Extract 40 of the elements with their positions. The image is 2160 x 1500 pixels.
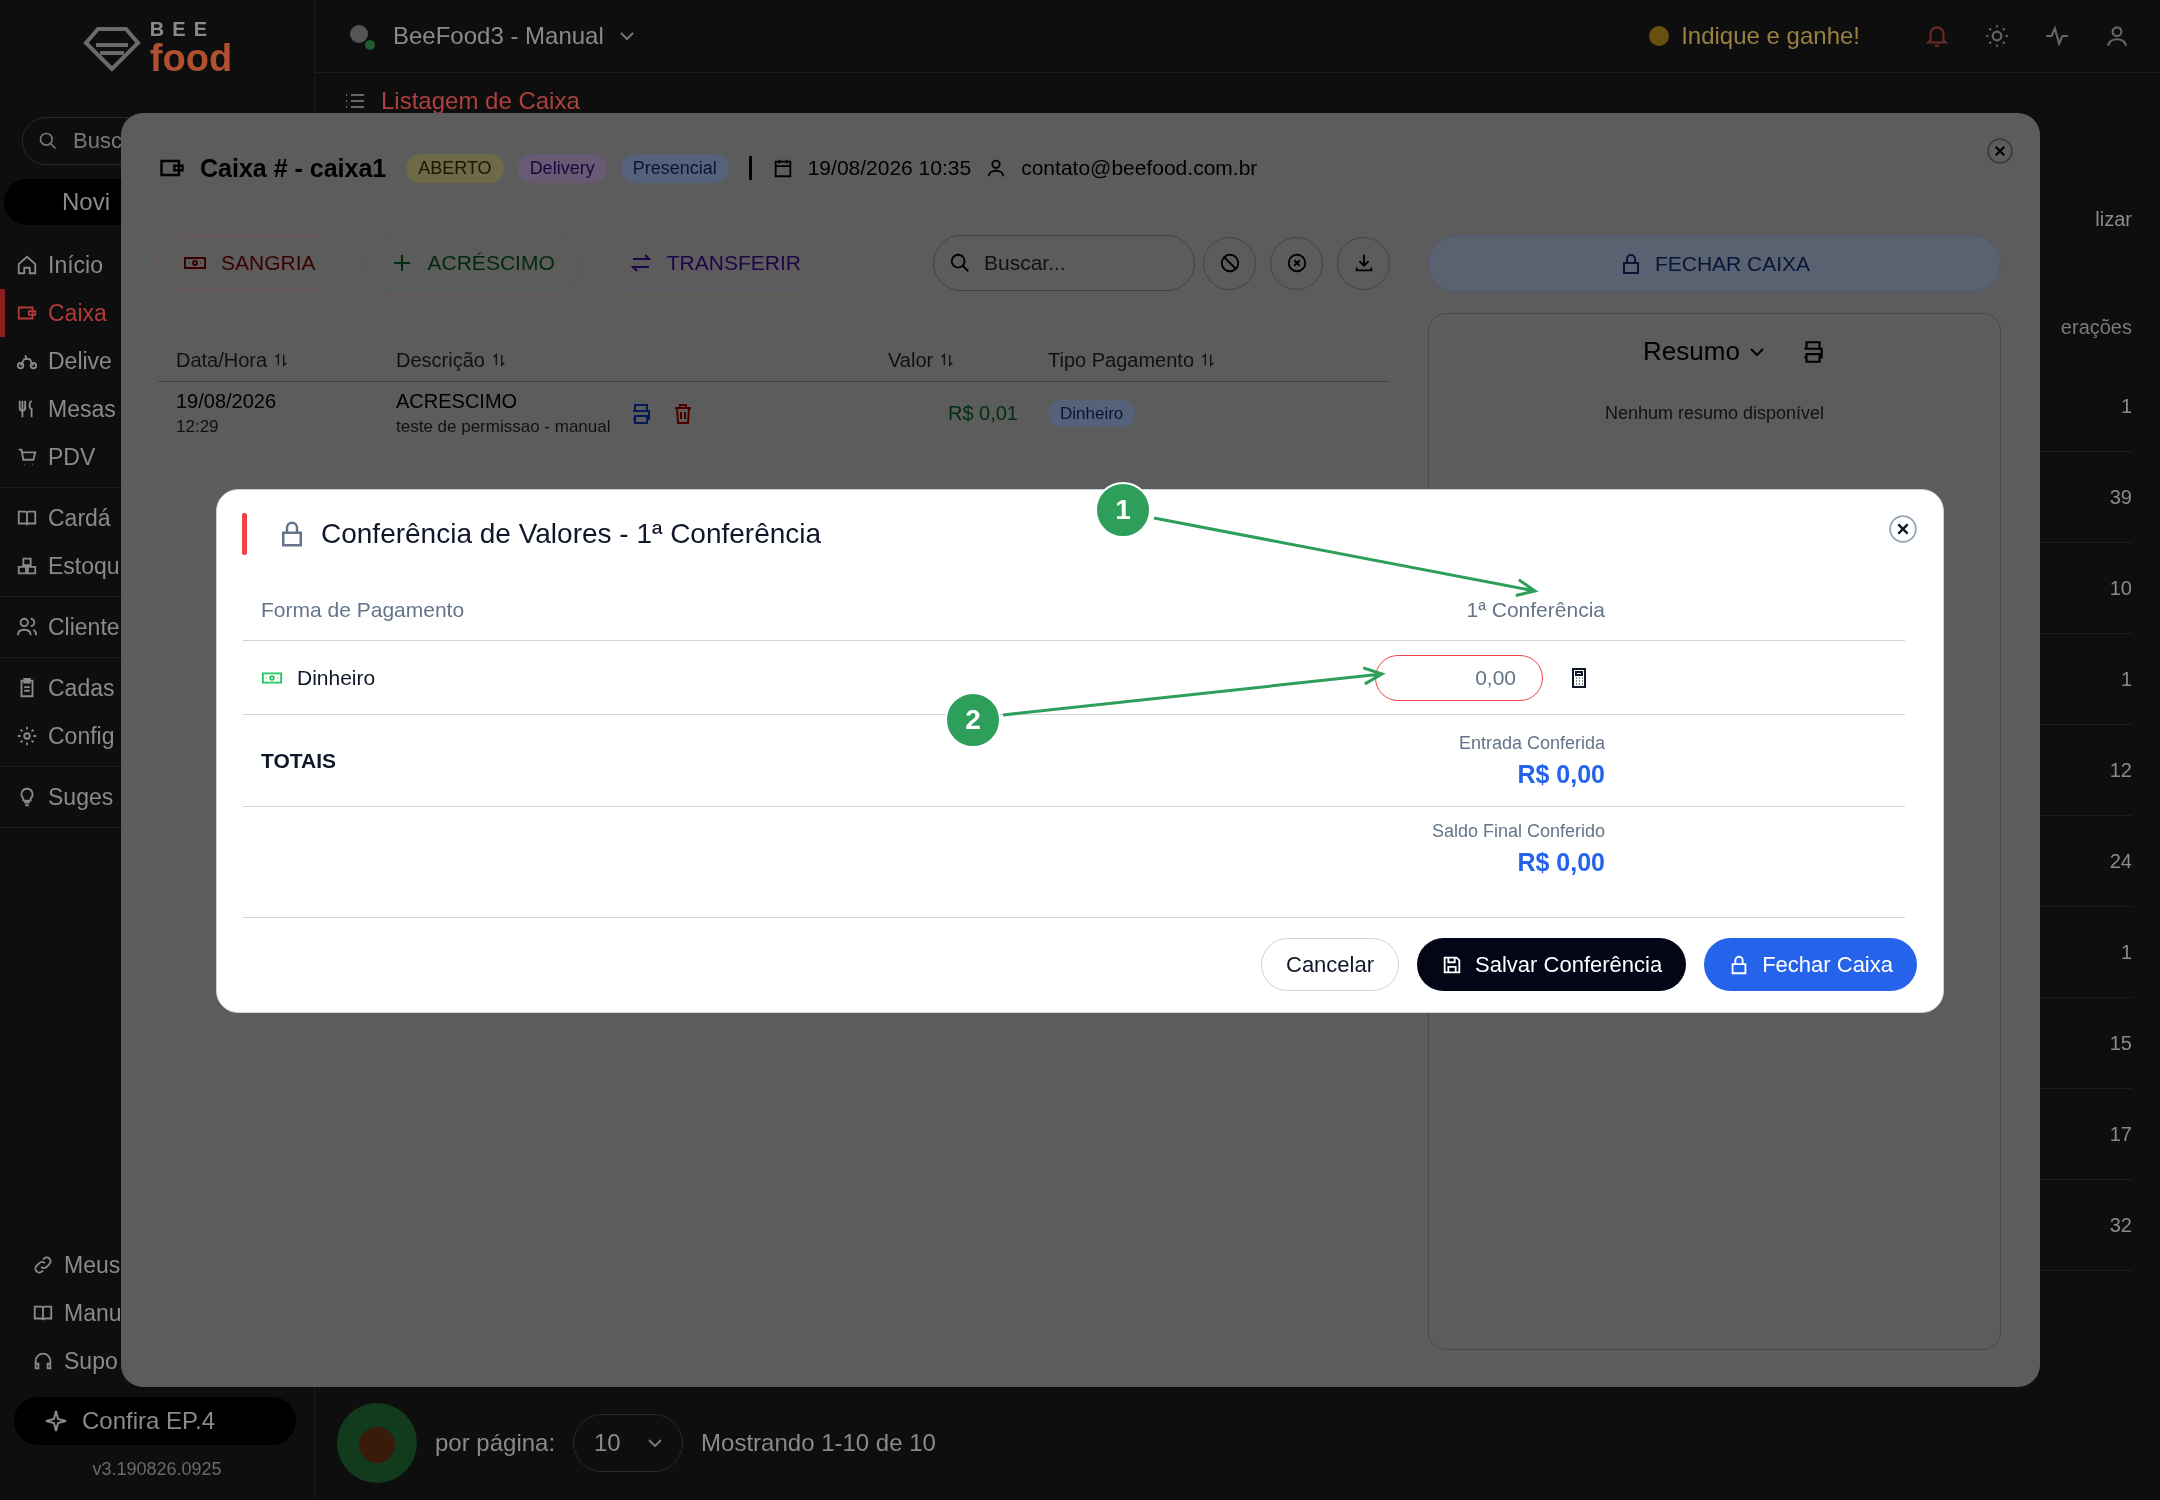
time-cell: 12:29 xyxy=(176,417,219,437)
page-title: Listagem de Caixa xyxy=(381,86,580,115)
total-label: Entrada Conferida xyxy=(1458,732,1605,754)
user-email: contato@beefood.com.br xyxy=(1021,156,1258,180)
action-text: lizar xyxy=(2095,208,2132,232)
payment-badge: Dinheiro xyxy=(1048,399,1136,427)
logo-text: food xyxy=(149,38,233,77)
table-cell: 1 xyxy=(2120,667,2132,691)
panel-title: Caixa # - caixa1 xyxy=(200,153,387,183)
status-badge: Presencial xyxy=(620,153,729,183)
table-cell: 32 xyxy=(2109,1213,2132,1237)
table-cell: 24 xyxy=(2109,849,2132,873)
table-cell: 15 xyxy=(2109,1031,2132,1055)
pagination-summary: Mostrando 1-10 de 10 xyxy=(701,1428,936,1457)
table-cell: 12 xyxy=(2109,758,2132,782)
value-cell-text: R$ 0,01 xyxy=(947,402,1019,425)
version-text: v3.190826.0925 xyxy=(92,1459,222,1480)
total-value: R$ 0,00 xyxy=(1517,848,1605,877)
table-cell: 17 xyxy=(2109,1122,2132,1146)
status-badge: Delivery xyxy=(517,153,607,183)
totals-label: TOTAIS xyxy=(261,748,338,773)
total-label: Saldo Final Conferido xyxy=(1431,821,1605,842)
payment-method: Dinheiro xyxy=(297,665,376,690)
column-header: Forma de Pagamento xyxy=(261,597,466,622)
table-cell: 1 xyxy=(2120,940,2132,964)
total-value: R$ 0,00 xyxy=(1517,759,1605,789)
dialog-title: Conferência de Valores - 1ª Conferência xyxy=(321,518,822,550)
logo-text: BEE xyxy=(149,18,215,39)
note-text: teste de permissao - manual xyxy=(396,417,611,437)
column-header: erações xyxy=(2060,316,2132,340)
per-page-label: por página: xyxy=(435,1428,556,1457)
table-cell: 39 xyxy=(2109,485,2132,509)
column-header: 1ª Conferência xyxy=(1465,597,1605,622)
table-cell: 1 xyxy=(2120,394,2132,418)
empty-message: Nenhum resumo disponível xyxy=(1604,403,1825,424)
date-text: 19/08/2026 10:35 xyxy=(807,156,972,180)
date-cell: 19/08/2026 xyxy=(176,390,277,413)
description-cell: ACRESCIMO xyxy=(396,390,518,413)
table-cell: 10 xyxy=(2109,576,2132,600)
status-badge: ABERTO xyxy=(406,153,504,183)
